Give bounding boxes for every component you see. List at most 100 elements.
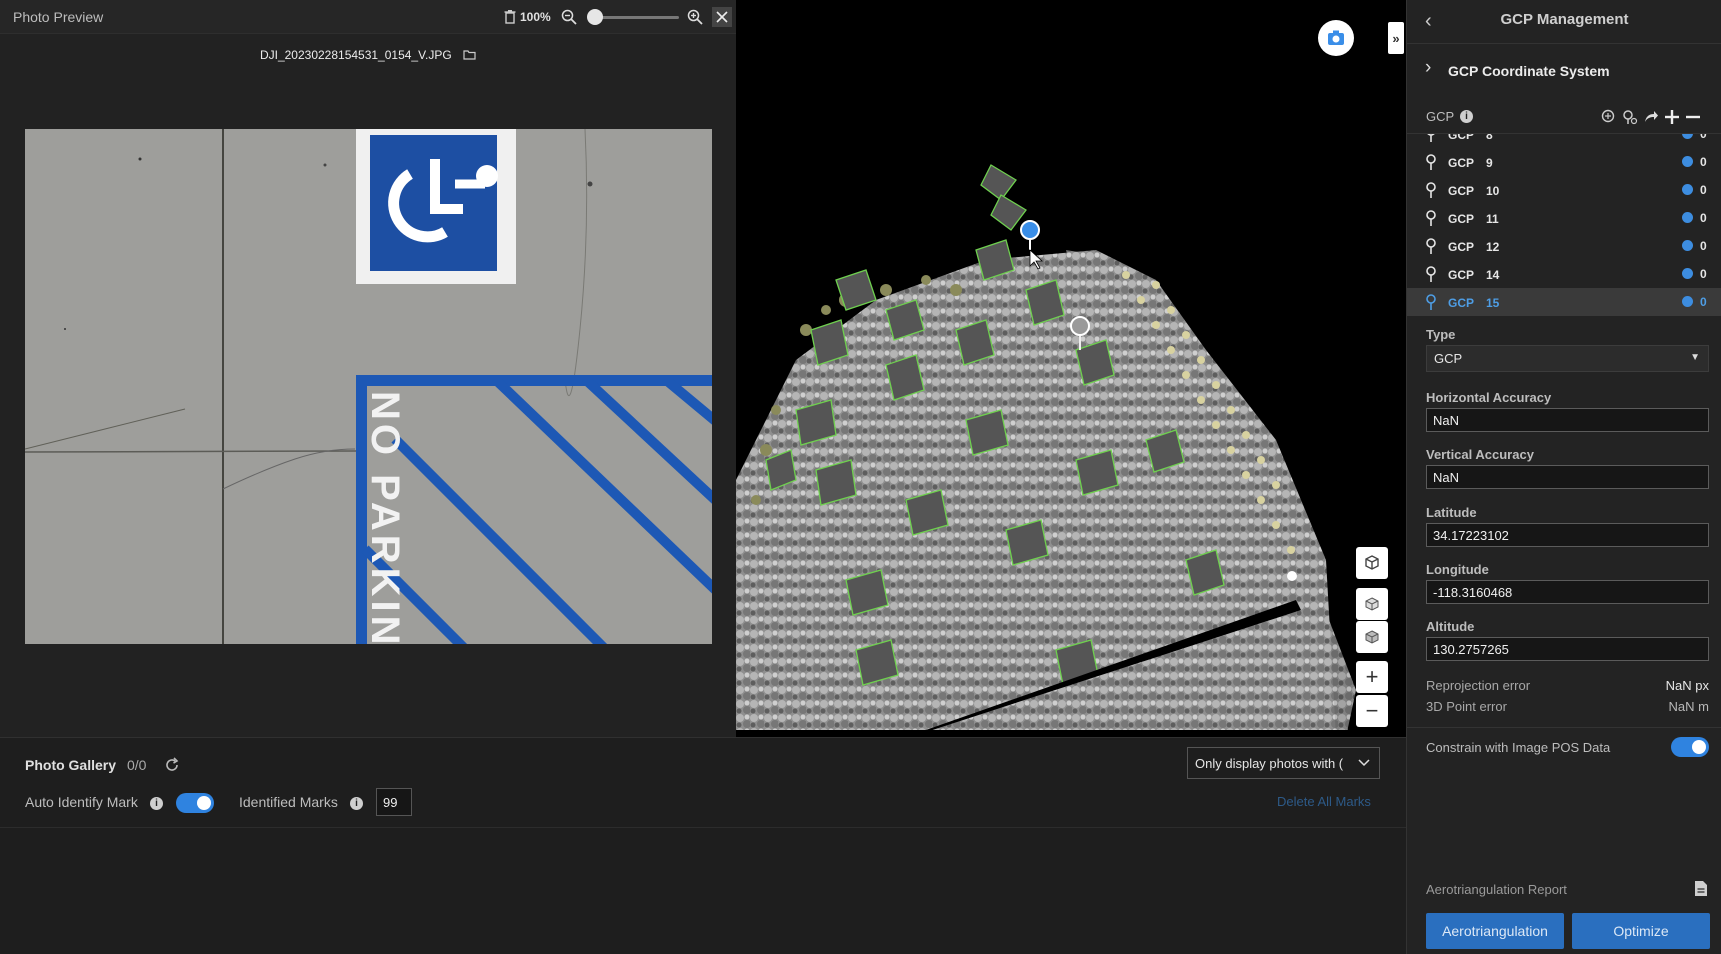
gcp-number: 12 bbox=[1486, 240, 1500, 254]
gcp-list-item[interactable]: GCP 9 0 bbox=[1407, 148, 1721, 176]
camera-icon bbox=[1328, 30, 1344, 45]
gcp-number: 15 bbox=[1486, 296, 1500, 310]
gcp-count: 0 bbox=[1700, 134, 1707, 141]
zoom-out-icon[interactable] bbox=[561, 9, 577, 25]
photo-gallery-label: Photo Gallery bbox=[25, 757, 117, 773]
pin-icon bbox=[1426, 154, 1436, 170]
pin-icon bbox=[1426, 182, 1436, 198]
3d-view[interactable]: » + − bbox=[736, 0, 1406, 737]
identified-marks-input[interactable] bbox=[376, 788, 412, 816]
photo-preview-header: Photo Preview 100% bbox=[0, 0, 736, 34]
gcp-number: 11 bbox=[1486, 212, 1499, 226]
add-point-icon[interactable] bbox=[1601, 109, 1617, 125]
vertical-accuracy-input[interactable] bbox=[1426, 465, 1709, 489]
gcp-number: 8 bbox=[1486, 134, 1493, 142]
constrain-pos-toggle[interactable] bbox=[1671, 737, 1709, 757]
zoom-slider-knob[interactable] bbox=[586, 8, 603, 25]
check-icon bbox=[1682, 156, 1693, 167]
check-icon bbox=[1682, 184, 1693, 195]
pin-icon bbox=[1426, 210, 1436, 226]
constrain-pos-label: Constrain with Image POS Data bbox=[1426, 740, 1611, 755]
top-view-button[interactable] bbox=[1356, 588, 1388, 620]
optimize-button[interactable]: Optimize bbox=[1572, 913, 1710, 949]
zoom-out-3d-button[interactable]: − bbox=[1356, 695, 1388, 727]
3d-point-error-label: 3D Point error bbox=[1426, 699, 1507, 714]
photo-filter-value: Only display photos with ( bbox=[1195, 756, 1344, 771]
check-icon bbox=[1682, 296, 1693, 307]
type-select[interactable]: GCP ▼ bbox=[1426, 345, 1709, 372]
gcp-number: 14 bbox=[1486, 268, 1500, 282]
longitude-label: Longitude bbox=[1426, 562, 1489, 577]
gcp-list-header: GCP i bbox=[1407, 100, 1721, 134]
chevron-down-icon bbox=[1358, 759, 1370, 767]
gcp-number: 10 bbox=[1486, 184, 1500, 198]
photo-filter-select[interactable]: Only display photos with ( bbox=[1187, 747, 1380, 779]
gcp-list-item[interactable]: GCP 11 0 bbox=[1407, 204, 1721, 232]
gcp-panel-header: ‹ GCP Management bbox=[1407, 0, 1721, 44]
photo-gallery-panel: Photo Gallery 0/0 Only display photos wi… bbox=[0, 737, 1406, 954]
cube-side-icon bbox=[1365, 630, 1379, 644]
document-icon[interactable] bbox=[1694, 880, 1708, 897]
photo-content: NO PARKING bbox=[25, 129, 712, 644]
no-parking-text: NO PARKING bbox=[363, 391, 407, 644]
gcp-list-item[interactable]: GCP 12 0 bbox=[1407, 232, 1721, 260]
close-icon bbox=[716, 11, 728, 23]
gcp-name: GCP bbox=[1448, 268, 1475, 282]
gcp-name: GCP bbox=[1448, 212, 1475, 226]
point-cloud[interactable] bbox=[736, 0, 1406, 737]
latitude-input[interactable] bbox=[1426, 523, 1709, 547]
trash-icon[interactable] bbox=[504, 10, 516, 24]
check-icon bbox=[1682, 240, 1693, 251]
toggle-knob bbox=[197, 796, 211, 810]
check-icon bbox=[1682, 268, 1693, 279]
delete-all-marks-link[interactable]: Delete All Marks bbox=[1277, 794, 1371, 809]
type-label: Type bbox=[1426, 327, 1456, 342]
check-icon bbox=[1682, 134, 1693, 139]
horizontal-accuracy-label: Horizontal Accuracy bbox=[1426, 390, 1552, 405]
share-icon[interactable] bbox=[1643, 109, 1659, 125]
gcp-count: 0 bbox=[1700, 155, 1707, 169]
search-pin-icon[interactable] bbox=[1622, 109, 1638, 125]
close-preview-button[interactable] bbox=[711, 7, 732, 27]
gcp-list-item[interactable]: GCP 8 0 bbox=[1407, 134, 1721, 148]
remove-icon[interactable] bbox=[1685, 109, 1701, 125]
zoom-in-icon[interactable] bbox=[687, 9, 703, 25]
vertical-accuracy-label: Vertical Accuracy bbox=[1426, 447, 1534, 462]
collapse-panel-button[interactable]: » bbox=[1388, 22, 1404, 54]
double-chevron-right-icon: » bbox=[1392, 30, 1400, 46]
zoom-slider[interactable] bbox=[586, 8, 679, 25]
pin-icon bbox=[1426, 238, 1436, 254]
horizontal-accuracy-input[interactable] bbox=[1426, 408, 1709, 432]
identified-marks-label: Identified Marks bbox=[239, 794, 338, 810]
folder-icon[interactable] bbox=[463, 49, 476, 60]
info-icon[interactable]: i bbox=[1460, 110, 1473, 123]
photo-image[interactable]: NO PARKING bbox=[25, 129, 712, 644]
divider bbox=[0, 827, 1406, 828]
gcp-list-item[interactable]: GCP 14 0 bbox=[1407, 260, 1721, 288]
auto-identify-label: Auto Identify Mark bbox=[25, 794, 138, 810]
pin-icon bbox=[1426, 294, 1436, 310]
screenshot-button[interactable] bbox=[1318, 20, 1354, 56]
info-icon[interactable]: i bbox=[150, 797, 163, 810]
info-icon[interactable]: i bbox=[350, 797, 363, 810]
minus-icon: − bbox=[1365, 698, 1379, 723]
altitude-input[interactable] bbox=[1426, 637, 1709, 661]
gcp-list[interactable]: GCP 8 0 GCP 9 0 GCP 10 0 GCP 11 0 GCP 12… bbox=[1407, 134, 1721, 320]
gcp-count: 0 bbox=[1700, 267, 1707, 281]
refresh-icon[interactable] bbox=[164, 757, 180, 773]
aerotriangulation-button[interactable]: Aerotriangulation bbox=[1426, 913, 1564, 949]
gcp-list-item[interactable]: GCP 10 0 bbox=[1407, 176, 1721, 204]
longitude-input[interactable] bbox=[1426, 580, 1709, 604]
add-icon[interactable] bbox=[1664, 109, 1680, 125]
gcp-count: 0 bbox=[1700, 211, 1707, 225]
latitude-label: Latitude bbox=[1426, 505, 1477, 520]
view-mode-button[interactable] bbox=[1356, 547, 1388, 579]
gcp-list-item-selected[interactable]: GCP 15 0 bbox=[1407, 288, 1721, 316]
coordinate-system-row[interactable]: › GCP Coordinate System bbox=[1407, 52, 1721, 90]
photo-gallery-count: 0/0 bbox=[127, 757, 147, 773]
auto-identify-toggle[interactable] bbox=[176, 793, 214, 813]
zoom-in-3d-button[interactable]: + bbox=[1356, 661, 1388, 693]
check-icon bbox=[1682, 212, 1693, 223]
side-view-button[interactable] bbox=[1356, 621, 1388, 653]
gcp-header-label: GCP bbox=[1426, 109, 1455, 124]
